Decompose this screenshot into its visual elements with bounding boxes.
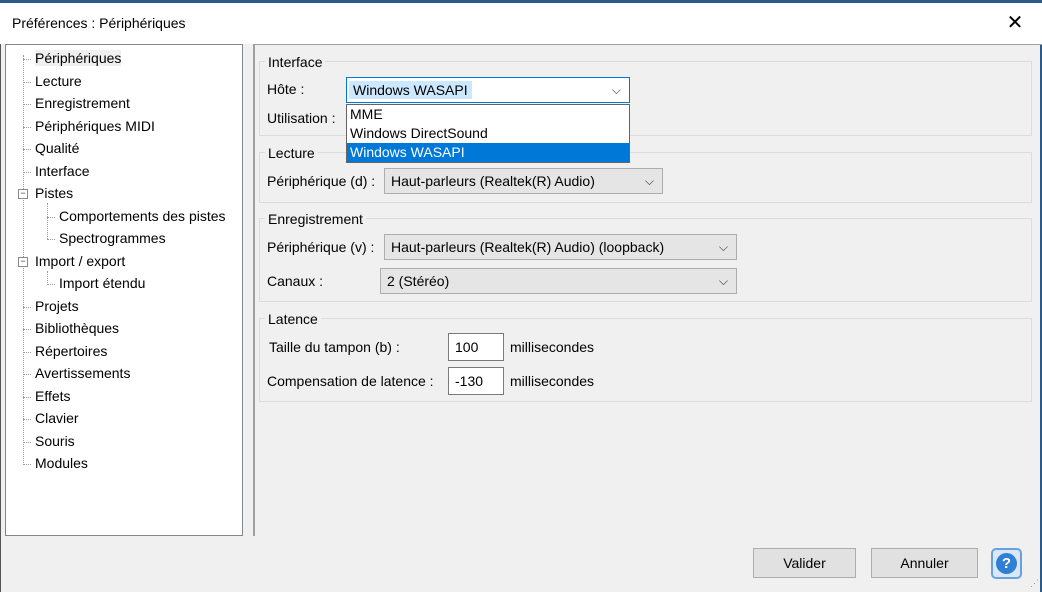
tree-connector (23, 126, 31, 128)
interface-group-title: Interface (265, 54, 326, 70)
tree-item-comportements-pistes[interactable]: Comportements des pistes (47, 206, 226, 226)
host-option-wasapi[interactable]: Windows WASAPI (347, 143, 629, 162)
tree-item-peripheriques-midi[interactable]: Périphériques MIDI (23, 116, 155, 136)
tree-item-label: Avertissements (35, 365, 131, 381)
tree-item-label: Comportements des pistes (59, 208, 226, 224)
tree-item-label: Périphériques MIDI (35, 118, 155, 134)
tree-item-label: Souris (35, 433, 75, 449)
latency-group-title: Latence (265, 311, 321, 327)
tree-item-label: Import / export (35, 253, 126, 269)
playback-device-label: Périphérique (d) : (267, 173, 376, 189)
chevron-down-icon: ⌵ (718, 274, 728, 288)
latency-comp-label: Compensation de latence : (267, 373, 434, 389)
tree-connector (23, 328, 31, 330)
tree-item-lecture[interactable]: Lecture (23, 71, 82, 91)
tree-item-projets[interactable]: Projets (23, 296, 79, 316)
tree-item-label: Interface (35, 163, 90, 179)
playback-device-select[interactable]: Haut-parleurs (Realtek(R) Audio) ⌵ (384, 168, 663, 194)
recording-group-title: Enregistrement (265, 211, 366, 227)
tree-connector (23, 171, 31, 173)
tree-item-label: Lecture (35, 73, 82, 89)
tree-item-souris[interactable]: Souris (23, 431, 75, 451)
tree-connector (23, 306, 31, 308)
tree-item-qualite[interactable]: Qualité (23, 138, 79, 158)
collapse-icon[interactable]: − (18, 189, 28, 199)
channels-select[interactable]: 2 (Stéréo) ⌵ (380, 268, 737, 294)
tree-connector (23, 463, 31, 465)
tree-item-label: Import étendu (59, 275, 146, 291)
buffer-size-label: Taille du tampon (b) : (269, 339, 400, 355)
buffer-unit-label: millisecondes (510, 339, 595, 355)
tree-item-import-export[interactable]: Import / export (35, 251, 125, 271)
host-dropdown-list[interactable]: MME Windows DirectSound Windows WASAPI (346, 104, 630, 163)
tree-item-pistes[interactable]: Pistes (35, 183, 73, 203)
tree-connector (23, 418, 31, 420)
tree-connector (23, 81, 31, 83)
tree-item-bibliotheques[interactable]: Bibliothèques (23, 318, 119, 338)
tree-item-label: Pistes (35, 185, 74, 201)
tree-connector (23, 396, 31, 398)
tree-item-label: Spectrogrammes (59, 230, 166, 246)
chevron-down-icon: ⌵ (611, 83, 621, 97)
tree-connector (23, 58, 31, 60)
help-icon: ? (996, 553, 1017, 574)
recording-device-select[interactable]: Haut-parleurs (Realtek(R) Audio) (loopba… (384, 234, 737, 260)
chevron-down-icon: ⌵ (644, 174, 654, 188)
tree-connector (23, 103, 31, 105)
tree-item-label: Effets (35, 388, 71, 404)
tree-item-modules[interactable]: Modules (23, 453, 88, 473)
playback-device-value: Haut-parleurs (Realtek(R) Audio) (391, 173, 595, 189)
recording-device-value: Haut-parleurs (Realtek(R) Audio) (loopba… (391, 239, 665, 255)
recording-device-label: Périphérique (v) : (267, 239, 375, 255)
tree-item-spectrogrammes[interactable]: Spectrogrammes (47, 228, 166, 248)
window-title: Préférences : Périphériques (12, 15, 186, 31)
cancel-button[interactable]: Annuler (871, 548, 978, 578)
tree-item-repertoires[interactable]: Répertoires (23, 341, 107, 361)
tree-item-interface[interactable]: Interface (23, 161, 89, 181)
playback-group-title: Lecture (265, 145, 318, 161)
tree-item-label: Qualité (35, 140, 80, 156)
tree-item-label: Périphériques (35, 50, 122, 66)
usage-label: Utilisation : (267, 110, 336, 126)
resize-grip-icon[interactable]: ⋰ (1030, 578, 1039, 589)
tree-connector (23, 373, 31, 375)
title-bar: Préférences : Périphériques ✕ (0, 0, 1042, 44)
tree-connector (47, 238, 55, 240)
tree-item-avertissements[interactable]: Avertissements (23, 363, 130, 383)
tree-item-clavier[interactable]: Clavier (23, 408, 79, 428)
tree-item-label: Bibliothèques (35, 320, 120, 336)
chevron-down-icon: ⌵ (718, 240, 728, 254)
tree-connector (23, 148, 31, 150)
tree-item-label: Répertoires (35, 343, 108, 359)
tree-connector (23, 351, 31, 353)
tree-item-label: Clavier (35, 410, 79, 426)
channels-value: 2 (Stéréo) (387, 273, 450, 289)
host-select-value: Windows WASAPI (349, 81, 472, 99)
close-icon[interactable]: ✕ (1002, 10, 1028, 36)
window-border-left (0, 44, 1, 592)
tree-connector (47, 283, 55, 285)
tree-item-label: Enregistrement (35, 95, 130, 111)
host-label: Hôte : (267, 81, 305, 97)
host-option-directsound[interactable]: Windows DirectSound (347, 124, 629, 143)
help-button[interactable]: ? (991, 548, 1022, 579)
preferences-tree[interactable]: Périphériques Lecture Enregistrement Pér… (5, 44, 243, 536)
host-select[interactable]: Windows WASAPI ⌵ (346, 77, 630, 103)
tree-item-label: Modules (35, 455, 88, 471)
buffer-size-input[interactable]: 100 (448, 333, 504, 361)
collapse-icon[interactable]: − (18, 257, 28, 267)
tree-connector (23, 441, 31, 443)
latency-comp-input[interactable]: -130 (448, 367, 504, 395)
channels-label: Canaux : (267, 273, 324, 289)
tree-item-peripheriques[interactable]: Périphériques (23, 48, 122, 68)
tree-item-enregistrement[interactable]: Enregistrement (23, 93, 130, 113)
tree-item-effets[interactable]: Effets (23, 386, 71, 406)
validate-button[interactable]: Valider (753, 548, 856, 578)
latency-comp-unit-label: millisecondes (510, 373, 595, 389)
tree-item-import-etendu[interactable]: Import étendu (47, 273, 145, 293)
host-option-mme[interactable]: MME (347, 105, 629, 124)
tree-connector (47, 216, 55, 218)
tree-item-label: Projets (35, 298, 79, 314)
